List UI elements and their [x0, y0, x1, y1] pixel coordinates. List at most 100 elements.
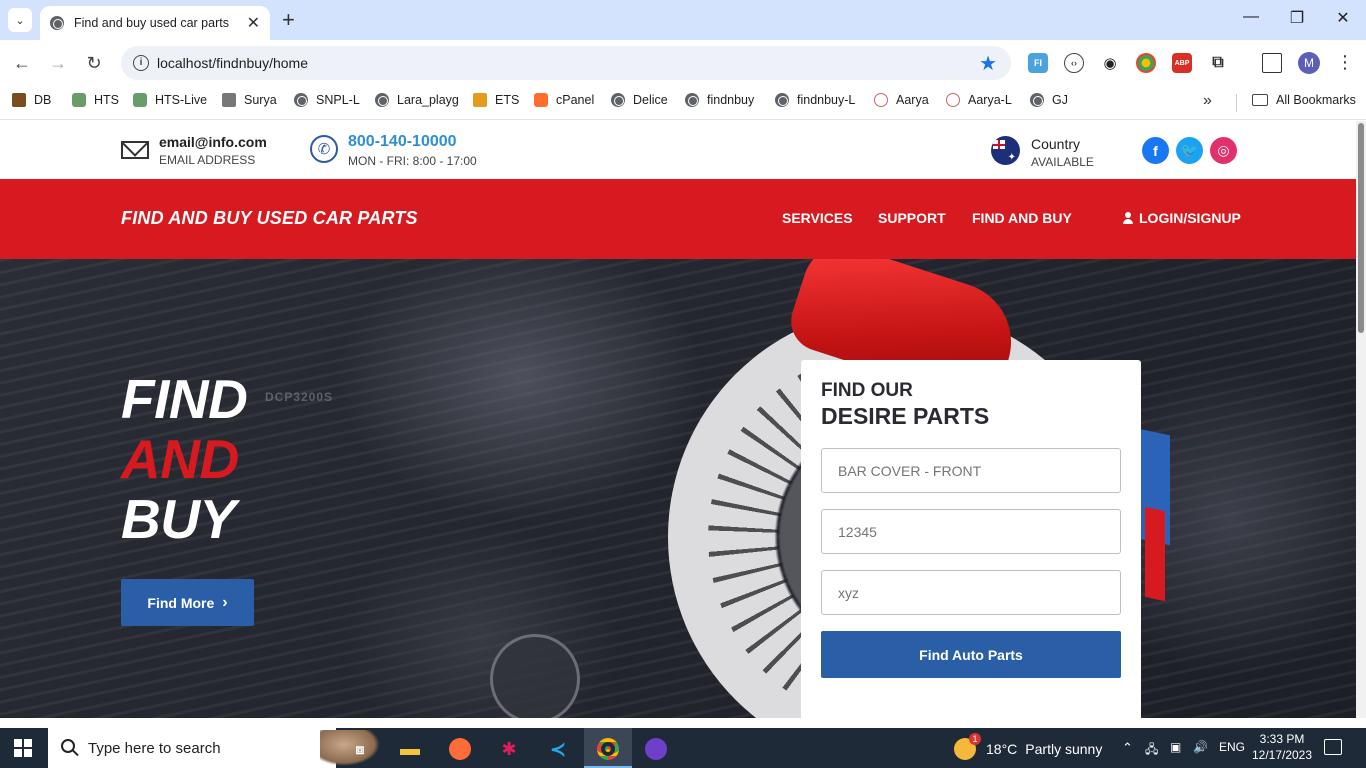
file-explorer-icon[interactable]: ▬ [395, 734, 425, 764]
extension-lens-icon[interactable]: ◉ [1100, 53, 1120, 73]
country-status: AVAILABLE [1031, 155, 1094, 169]
bookmark-hts-live[interactable]: HTS-Live [133, 93, 207, 107]
vscode-icon[interactable]: ≺ [543, 734, 573, 764]
taskbar-search[interactable]: Type here to search [48, 728, 380, 768]
weather-widget[interactable]: 18°C Partly sunny [954, 733, 1103, 760]
adblock-icon[interactable]: ABP [1172, 53, 1192, 73]
chevron-double-right-icon[interactable]: » [1203, 92, 1212, 110]
forward-button[interactable]: → [47, 52, 69, 74]
notification-icon[interactable] [1324, 739, 1342, 755]
restore-button[interactable]: ❐ [1274, 8, 1320, 28]
clock-time: 3:33 PM [1259, 732, 1305, 746]
business-hours: MON - FRI: 8:00 - 17:00 [348, 154, 477, 168]
part-number-input[interactable] [821, 509, 1121, 554]
system-clock[interactable]: 3:33 PM 12/17/2023 [1250, 731, 1314, 763]
find-more-button[interactable]: Find More › [121, 579, 254, 626]
menu-kebab-icon[interactable]: ⋮ [1336, 52, 1354, 73]
back-button[interactable]: ← [11, 52, 33, 74]
bookmark-cpanel[interactable]: cPanel [534, 93, 594, 107]
language-indicator[interactable]: ENG [1219, 740, 1245, 754]
close-icon[interactable]: ✕ [247, 13, 260, 33]
globe-icon [685, 93, 699, 107]
browser-toolbar: ← → ↻ i localhost/findnbuy/home ★ FI ‹› … [0, 40, 1366, 86]
email-label: EMAIL ADDRESS [159, 153, 256, 167]
chevron-up-icon[interactable]: ⌃ [1122, 740, 1133, 756]
weather-desc: Partly sunny [1025, 741, 1103, 757]
bookmark-lara-playg[interactable]: Lara_playg [375, 93, 459, 107]
bookmark-findnbuy[interactable]: findnbuy [685, 93, 754, 107]
bookmark-aarya-l[interactable]: Aarya-L [946, 93, 1012, 107]
phone-number[interactable]: 800-140-10000 [348, 133, 457, 151]
side-panel-icon[interactable] [1262, 53, 1282, 73]
ets-icon [473, 93, 487, 107]
volume-icon[interactable]: 🔊 [1193, 740, 1208, 754]
bookmark-ets[interactable]: ETS [473, 93, 519, 107]
chrome-icon[interactable] [593, 734, 623, 764]
pma-icon [12, 93, 26, 107]
bookmark-gj[interactable]: GJ [1030, 93, 1068, 107]
nav-login-signup[interactable]: LOGIN/SIGNUP [1123, 210, 1241, 226]
folder-icon [1252, 94, 1268, 106]
bookmark-surya[interactable]: Surya [222, 93, 277, 107]
nav-support[interactable]: SUPPORT [878, 210, 946, 226]
facebook-icon[interactable]: f [1142, 137, 1169, 164]
part-name-input[interactable] [821, 448, 1121, 493]
site-brand[interactable]: FIND AND BUY USED CAR PARTS [121, 208, 418, 229]
browser-tab[interactable]: Find and buy used car parts ✕ [40, 6, 270, 40]
new-tab-button[interactable]: + [282, 8, 295, 32]
github-icon[interactable] [641, 734, 671, 764]
hts-icon [133, 93, 147, 107]
find-auto-parts-button[interactable]: Find Auto Parts [821, 631, 1121, 678]
nav-services[interactable]: SERVICES [782, 210, 853, 226]
windows-start-icon[interactable] [14, 739, 32, 757]
extension-code-icon[interactable]: ‹› [1064, 53, 1084, 73]
minimize-button[interactable]: — [1228, 8, 1274, 26]
sun-icon [954, 733, 981, 760]
scrollbar-thumb[interactable] [1358, 123, 1364, 333]
address-bar[interactable]: i localhost/findnbuy/home ★ [121, 46, 1011, 80]
envelope-icon [121, 141, 149, 159]
part-model-input[interactable] [821, 570, 1121, 615]
chevron-right-icon: › [222, 593, 228, 611]
instagram-icon[interactable]: ◎ [1210, 137, 1237, 164]
card-title-line1: FIND OUR [821, 380, 913, 401]
taskbar-search-placeholder: Type here to search [88, 739, 221, 757]
tab-search-button[interactable]: ⌄ [8, 8, 32, 32]
all-bookmarks-button[interactable]: All Bookmarks [1252, 93, 1356, 107]
bookmark-snpl-l[interactable]: SNPL-L [294, 93, 360, 107]
reload-button[interactable]: ↻ [83, 52, 105, 74]
hero-banner: DCP3200S FIND AND BUY Find More › FIND O… [0, 259, 1356, 718]
main-navbar: FIND AND BUY USED CAR PARTS SERVICES SUP… [0, 179, 1356, 259]
bookmark-hts[interactable]: HTS [72, 93, 119, 107]
extension-color-icon[interactable] [1136, 53, 1156, 73]
url-text: localhost/findnbuy/home [157, 55, 308, 71]
postman-icon[interactable] [445, 734, 475, 764]
window-close-button[interactable]: ✕ [1320, 8, 1366, 28]
site-info-icon[interactable]: i [133, 55, 149, 71]
extensions-puzzle-icon[interactable]: ⧉ [1208, 53, 1228, 73]
bookmark-db[interactable]: DB [12, 93, 51, 107]
bookmark-findnbuy-l[interactable]: findnbuy-L [775, 93, 855, 107]
twitter-icon[interactable]: 🐦 [1176, 137, 1203, 164]
user-icon [1123, 212, 1133, 224]
card-title-line2: DESIRE PARTS [821, 403, 990, 429]
profile-avatar[interactable]: M [1298, 52, 1320, 74]
bookmark-aarya[interactable]: Aarya [874, 93, 929, 107]
nav-find-and-buy[interactable]: FIND AND BUY [972, 210, 1072, 226]
web-page: email@info.com EMAIL ADDRESS ✆ 800-140-1… [0, 121, 1356, 718]
bookmark-star-icon[interactable]: ★ [979, 51, 997, 76]
page-scrollbar[interactable] [1356, 121, 1366, 718]
network-icon[interactable]: 🖧 [1145, 740, 1158, 761]
task-view-icon[interactable]: ⧈ [345, 734, 375, 764]
extension-fi-icon[interactable]: FI [1028, 53, 1048, 73]
find-more-label: Find More [147, 594, 215, 611]
bookmarks-bar: DB HTS HTS-Live Surya SNPL-L Lara_playg … [0, 86, 1366, 120]
slack-icon[interactable]: ✱ [494, 734, 524, 764]
weather-temp: 18°C [986, 741, 1018, 757]
aarya-icon [874, 93, 888, 107]
windows-taskbar: Type here to search ⧈ ▬ ✱ ≺ 18°C Partly … [0, 728, 1366, 768]
clock-date: 12/17/2023 [1251, 748, 1313, 762]
email-address[interactable]: email@info.com [159, 134, 267, 150]
security-icon[interactable]: ▣ [1170, 740, 1181, 754]
bookmark-delice[interactable]: Delice [611, 93, 668, 107]
